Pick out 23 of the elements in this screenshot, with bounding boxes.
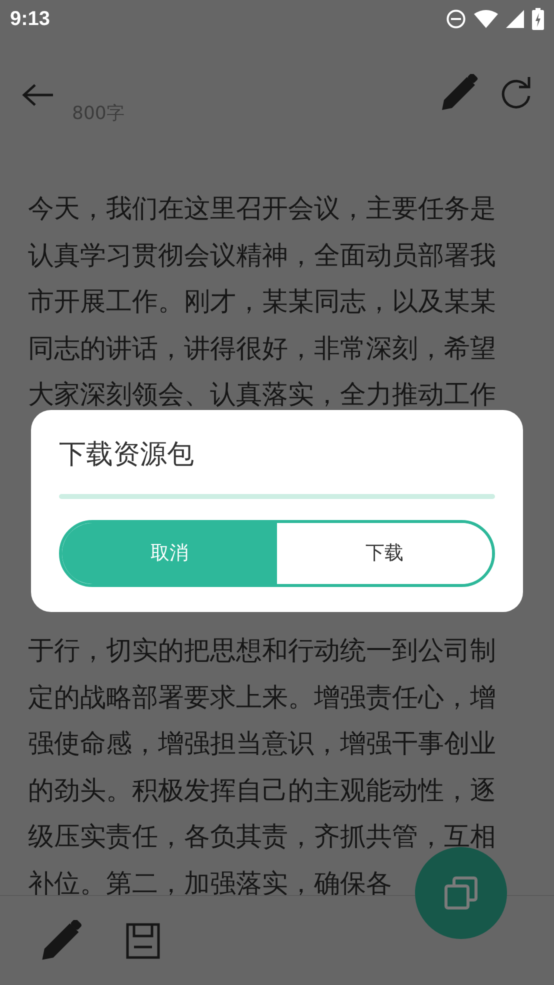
text-line: 同志的讲话，讲得很好，非常深刻，希望 — [28, 332, 496, 366]
do-not-disturb-icon — [446, 9, 466, 29]
wifi-icon — [474, 10, 498, 28]
save-icon[interactable] — [126, 922, 160, 958]
pencil-icon[interactable] — [40, 920, 82, 962]
refresh-icon[interactable] — [500, 77, 532, 109]
pencil-icon[interactable] — [440, 74, 478, 112]
text-line: 今天，我们在这里召开会议，主要任务是 — [28, 193, 496, 226]
text-line: 的劲头。积极发挥自己的主观能动性，逐 — [28, 774, 496, 808]
text-line: 定的战略部署要求上来。增强责任心，增 — [28, 682, 496, 715]
text-line: 强使命感，增强担当意识，增强干事创业 — [28, 728, 496, 762]
dialog-title: 下载资源包 — [59, 438, 194, 472]
battery-icon — [532, 8, 544, 30]
text-line: 于行，切实的把思想和行动统一到公司制 — [28, 634, 496, 668]
text-line: 市开展工作。刚才，某某同志，以及某某 — [28, 286, 496, 320]
back-icon[interactable] — [22, 83, 54, 107]
status-time: 9:13 — [10, 7, 50, 32]
signal-icon — [506, 10, 524, 28]
text-line: 级压实责任，各负其责，齐抓共管，互相 — [28, 821, 496, 854]
text-line: 补位。第二，加强落实，确保各 — [28, 868, 392, 901]
copy-icon — [444, 876, 478, 910]
text-line: 大家深刻领会、认真落实，全力推动工作 — [28, 379, 496, 412]
text-line: 认真学习贯彻会议精神，全面动员部署我 — [28, 240, 496, 273]
